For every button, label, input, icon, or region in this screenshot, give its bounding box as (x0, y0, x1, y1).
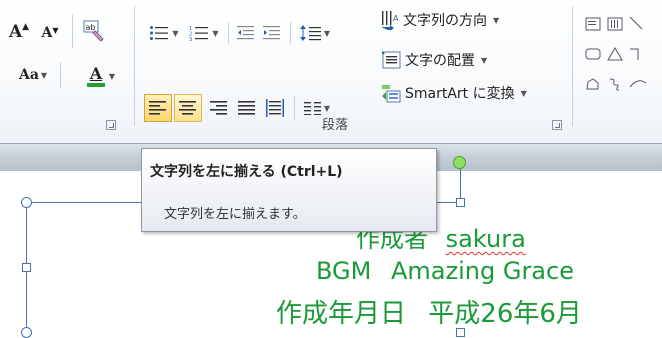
vertical-textbox-shape-icon[interactable] (606, 16, 624, 32)
triangle-shape-icon[interactable] (606, 46, 624, 62)
group-separator (572, 6, 573, 126)
chevron-down-icon: ▼ (40, 70, 48, 80)
textbox-shape-icon[interactable] (584, 16, 602, 32)
chevron-down-icon: ▼ (520, 88, 527, 98)
smartart-convert-button[interactable]: SmartArt に変換 ▼ (380, 80, 564, 106)
tooltip-description: 文字列を左に揃えます。 (164, 207, 306, 222)
rounded-rectangle-shape-icon[interactable] (584, 46, 602, 62)
justify-button[interactable] (234, 94, 260, 122)
align-left-button[interactable] (144, 94, 172, 122)
separator (72, 14, 73, 48)
bgm-line[interactable]: BGM Amazing Grace (316, 257, 574, 285)
align-center-button[interactable] (174, 94, 202, 122)
group-separator (134, 6, 135, 126)
bullets-icon (150, 26, 169, 40)
svg-text:3: 3 (189, 37, 192, 41)
chevron-down-icon: ▼ (108, 71, 116, 81)
align-text-button[interactable]: 文字の配置 ▼ (382, 48, 528, 72)
align-text-icon (382, 51, 401, 69)
align-left-icon (149, 101, 166, 115)
shrink-font-icon: A▼ (41, 25, 59, 41)
tooltip-title: 文字列を左に揃える (Ctrl+L) (150, 164, 343, 180)
chevron-down-icon: ▼ (323, 28, 331, 38)
text-direction-icon: A (381, 11, 399, 30)
separator (290, 22, 291, 44)
chevron-down-icon: ▼ (172, 28, 179, 38)
chevron-down-icon: ▼ (481, 55, 488, 65)
elbow-connector-shape-icon[interactable] (628, 46, 662, 62)
distributed-button[interactable] (262, 94, 288, 122)
paragraph-group-launcher-icon[interactable] (552, 120, 562, 130)
rotation-handle[interactable] (453, 156, 466, 169)
chevron-down-icon: ▼ (212, 28, 219, 38)
svg-text:A: A (393, 14, 399, 23)
smartart-icon (382, 85, 401, 103)
decrease-indent-icon (237, 26, 254, 40)
bgm-label: BGM (316, 257, 372, 285)
ribbon: A▲ A▼ ab Aa ▼ A ▼ ▼ 1 2 3 ▼ ▼ ▼ A 文字列の方向… (0, 0, 662, 143)
numbering-button[interactable]: 1 2 3 ▼ (186, 22, 222, 44)
align-right-icon (210, 101, 227, 115)
increase-indent-button[interactable] (260, 22, 284, 44)
bullets-button[interactable]: ▼ (146, 22, 182, 44)
shrink-font-button[interactable]: A▼ (38, 22, 62, 44)
increase-indent-icon (263, 26, 280, 40)
distributed-icon (266, 99, 284, 117)
separator (228, 22, 229, 44)
text-direction-button[interactable]: A 文字列の方向 ▼ (380, 8, 538, 32)
font-group-launcher-icon[interactable] (106, 120, 116, 130)
align-center-icon (179, 101, 196, 115)
author-name: sakura (445, 225, 526, 253)
line-shape-icon[interactable] (628, 14, 662, 32)
tooltip: 文字列を左に揃える (Ctrl+L) 文字列を左に揃えます。 (141, 148, 437, 232)
clear-format-button[interactable]: ab (78, 16, 108, 46)
chevron-down-icon: ▼ (493, 15, 500, 25)
curve-shape-icon[interactable] (606, 76, 624, 92)
justify-icon (238, 101, 255, 115)
columns-icon (303, 102, 321, 115)
date-line[interactable]: 作成年月日 平成26年6月 (276, 293, 582, 330)
separator (294, 96, 295, 120)
grow-font-icon: A▲ (8, 22, 30, 42)
paragraph-group-label: 段落 (322, 118, 349, 133)
align-text-label: 文字の配置 (405, 53, 475, 69)
side-handle-top[interactable] (456, 198, 465, 207)
corner-handle-top-left[interactable] (21, 197, 32, 208)
smartart-label: SmartArt に変換 (405, 86, 515, 102)
corner-handle-bottom-left[interactable] (21, 327, 32, 338)
font-color-label: A (89, 63, 103, 83)
line-spacing-icon (299, 25, 321, 41)
grow-font-button[interactable]: A▲ (6, 20, 32, 44)
svg-text:ab: ab (86, 23, 96, 32)
clear-format-icon: ab (83, 20, 104, 42)
numbering-icon: 1 2 3 (189, 26, 209, 41)
bgm-title: Amazing Grace (391, 257, 574, 285)
date-label: 作成年月日 (276, 299, 407, 329)
side-handle-left[interactable] (22, 263, 31, 272)
separator (60, 62, 61, 88)
arc-shape-icon[interactable] (628, 76, 662, 92)
decrease-indent-button[interactable] (234, 22, 258, 44)
line-spacing-button[interactable]: ▼ (296, 22, 334, 44)
font-color-swatch (86, 82, 105, 87)
chevron-down-icon: ▼ (323, 103, 331, 113)
date-value: 平成26年6月 (428, 299, 582, 329)
font-case-label: Aa (18, 67, 39, 83)
font-color-button[interactable]: A ▼ (78, 62, 124, 90)
align-right-button[interactable] (206, 94, 232, 122)
font-size-case-button[interactable]: Aa ▼ (16, 64, 50, 86)
freeform-shape-icon[interactable] (584, 76, 602, 92)
text-direction-label: 文字列の方向 (403, 13, 487, 29)
